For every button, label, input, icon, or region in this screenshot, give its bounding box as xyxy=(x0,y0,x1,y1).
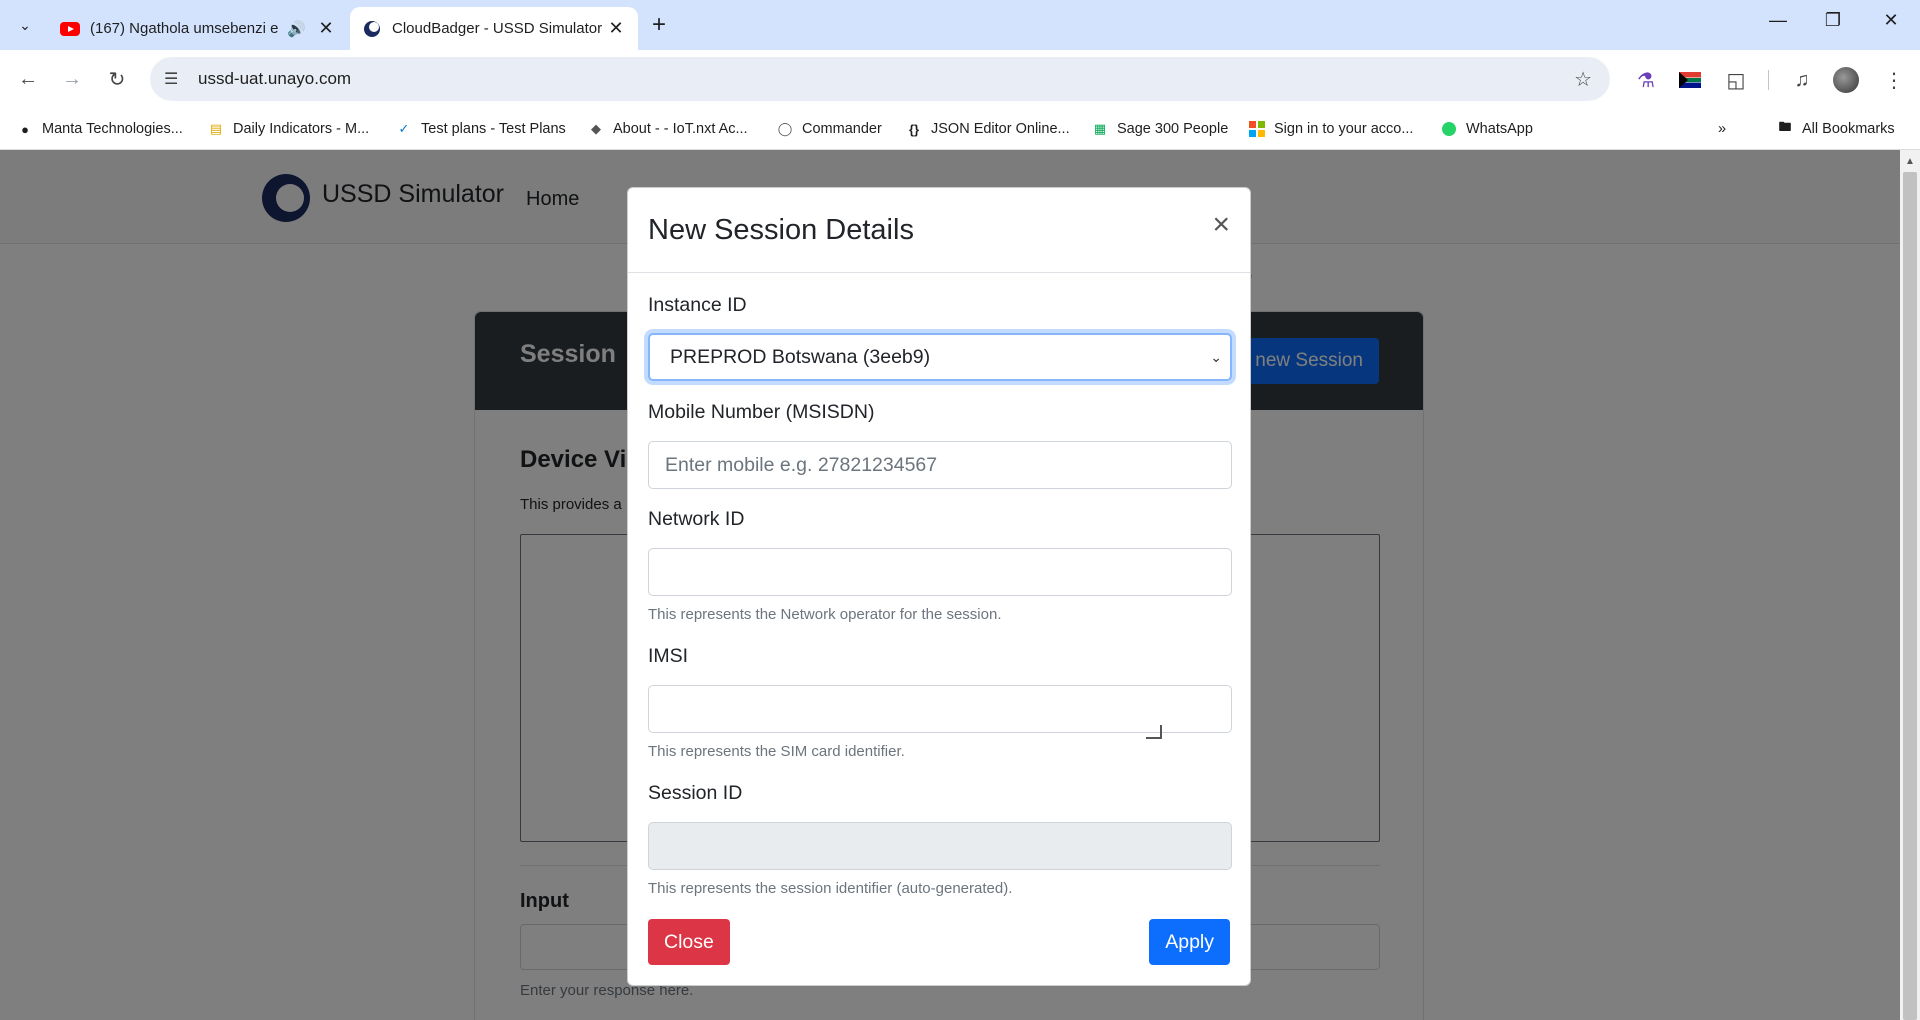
bookmark-commander[interactable]: ◯ Commander xyxy=(776,116,882,142)
speaker-icon[interactable]: 🔊 xyxy=(287,20,306,38)
profile-avatar[interactable] xyxy=(1832,66,1860,94)
session-id-help: This represents the session identifier (… xyxy=(648,880,1013,897)
chevron-down-icon: ⌄ xyxy=(1210,349,1222,365)
folder-icon: 🖿 xyxy=(1778,119,1792,134)
sage-icon: ▦ xyxy=(1093,121,1107,136)
imsi-help: This represents the SIM card identifier. xyxy=(648,743,905,760)
cloudbadger-icon xyxy=(362,19,382,39)
page-viewport: USSD Simulator Home r Session new Sessio… xyxy=(0,150,1920,1020)
bookmark-manta[interactable]: ● Manta Technologies... xyxy=(16,116,183,142)
bookmark-microsoft[interactable]: Sign in to your acco... xyxy=(1248,116,1413,142)
minimize-icon[interactable]: — xyxy=(1763,10,1793,31)
bookmark-whatsapp[interactable]: WhatsApp xyxy=(1440,116,1533,142)
tab-search-button[interactable]: ⌄ xyxy=(10,10,40,40)
session-id-input xyxy=(648,822,1232,870)
mobile-number-input[interactable]: Enter mobile e.g. 27821234567 xyxy=(648,441,1232,489)
network-id-help: This represents the Network operator for… xyxy=(648,606,1002,623)
chevron-down-icon: ⌄ xyxy=(19,16,31,33)
site-info-icon[interactable]: ☰ xyxy=(164,69,184,89)
more-menu-icon[interactable]: ⋮ xyxy=(1880,66,1908,94)
network-id-input[interactable] xyxy=(648,548,1232,596)
tab-title: (167) Ngathola umsebenzi e xyxy=(90,20,279,37)
shield-icon: ◆ xyxy=(591,121,601,136)
whatsapp-icon xyxy=(1440,120,1458,138)
tab-cloudbadger[interactable]: CloudBadger - USSD Simulator ✕ xyxy=(350,7,638,50)
close-tab-icon[interactable]: ✕ xyxy=(606,18,626,39)
extensions-puzzle-icon[interactable]: ◱ xyxy=(1722,66,1750,94)
close-tab-icon[interactable]: ✕ xyxy=(316,18,336,39)
json-icon: {} xyxy=(908,121,920,137)
restore-icon[interactable]: ❐ xyxy=(1818,10,1848,31)
bookmark-star-icon[interactable]: ☆ xyxy=(1574,67,1592,92)
manta-icon: ● xyxy=(21,121,29,137)
modal-header: New Session Details × xyxy=(628,188,1250,273)
session-id-label: Session ID xyxy=(648,782,743,804)
instance-id-label: Instance ID xyxy=(648,294,747,316)
reload-icon[interactable]: ↻ xyxy=(102,64,132,94)
imsi-input[interactable] xyxy=(648,685,1232,733)
new-tab-button[interactable]: + xyxy=(652,11,666,39)
more-bookmarks-icon[interactable]: » xyxy=(1718,116,1726,142)
tab-strip: ⌄ (167) Ngathola umsebenzi e 🔊 ✕ CloudBa… xyxy=(0,0,1920,50)
azure-test-icon: ✓ xyxy=(398,121,410,136)
instance-id-select[interactable]: PREPROD Botswana (3eeb9) ⌄ xyxy=(648,333,1232,381)
new-session-modal: New Session Details × Instance ID PREPRO… xyxy=(627,187,1251,986)
address-url[interactable]: ussd-uat.unayo.com xyxy=(198,69,351,89)
bookmark-iotnxt[interactable]: ◆ About - - IoT.nxt Ac... xyxy=(587,116,748,142)
apply-button[interactable]: Apply xyxy=(1149,919,1230,965)
youtube-icon xyxy=(60,19,80,39)
microsoft-icon xyxy=(1248,120,1266,138)
resize-handle-icon xyxy=(1146,725,1162,739)
instance-id-value: PREPROD Botswana (3eeb9) xyxy=(670,345,931,368)
scroll-up-icon[interactable]: ▲ xyxy=(1905,156,1915,167)
close-button[interactable]: Close xyxy=(648,919,730,965)
south-africa-flag-icon[interactable] xyxy=(1676,66,1704,94)
network-id-label: Network ID xyxy=(648,508,745,530)
mobile-number-placeholder: Enter mobile e.g. 27821234567 xyxy=(665,453,938,476)
close-icon[interactable]: × xyxy=(1212,210,1230,240)
all-bookmarks[interactable]: 🖿 All Bookmarks xyxy=(1776,116,1894,142)
back-icon[interactable]: ← xyxy=(13,64,43,94)
media-control-icon[interactable]: ♫ xyxy=(1788,66,1816,94)
page-scrollbar[interactable]: ▲ xyxy=(1900,150,1920,1020)
flask-extension-icon[interactable]: ⚗ xyxy=(1632,66,1660,94)
globe-icon: ◯ xyxy=(777,121,793,136)
toolbar-divider xyxy=(1768,70,1769,90)
bookmark-sage[interactable]: ▦ Sage 300 People xyxy=(1091,116,1228,142)
bookmarks-bar: ● Manta Technologies... ▤ Daily Indicators… xyxy=(0,108,1920,150)
mobile-number-label: Mobile Number (MSISDN) xyxy=(648,401,875,423)
close-window-icon[interactable]: ✕ xyxy=(1876,10,1906,31)
imsi-label: IMSI xyxy=(648,645,689,667)
bookmark-json-editor[interactable]: {} JSON Editor Online... xyxy=(905,116,1070,142)
bookmark-daily-indicators[interactable]: ▤ Daily Indicators - M... xyxy=(207,116,369,142)
scroll-thumb[interactable] xyxy=(1903,172,1917,1020)
chart-icon: ▤ xyxy=(209,121,223,136)
tab-youtube[interactable]: (167) Ngathola umsebenzi e 🔊 ✕ xyxy=(48,7,348,50)
bookmark-test-plans[interactable]: ✓ Test plans - Test Plans xyxy=(395,116,566,142)
tab-title: CloudBadger - USSD Simulator xyxy=(392,20,603,37)
modal-title: New Session Details xyxy=(648,214,914,246)
forward-icon[interactable]: → xyxy=(57,64,87,94)
address-bar[interactable]: ☰ ussd-uat.unayo.com ☆ xyxy=(150,57,1610,101)
